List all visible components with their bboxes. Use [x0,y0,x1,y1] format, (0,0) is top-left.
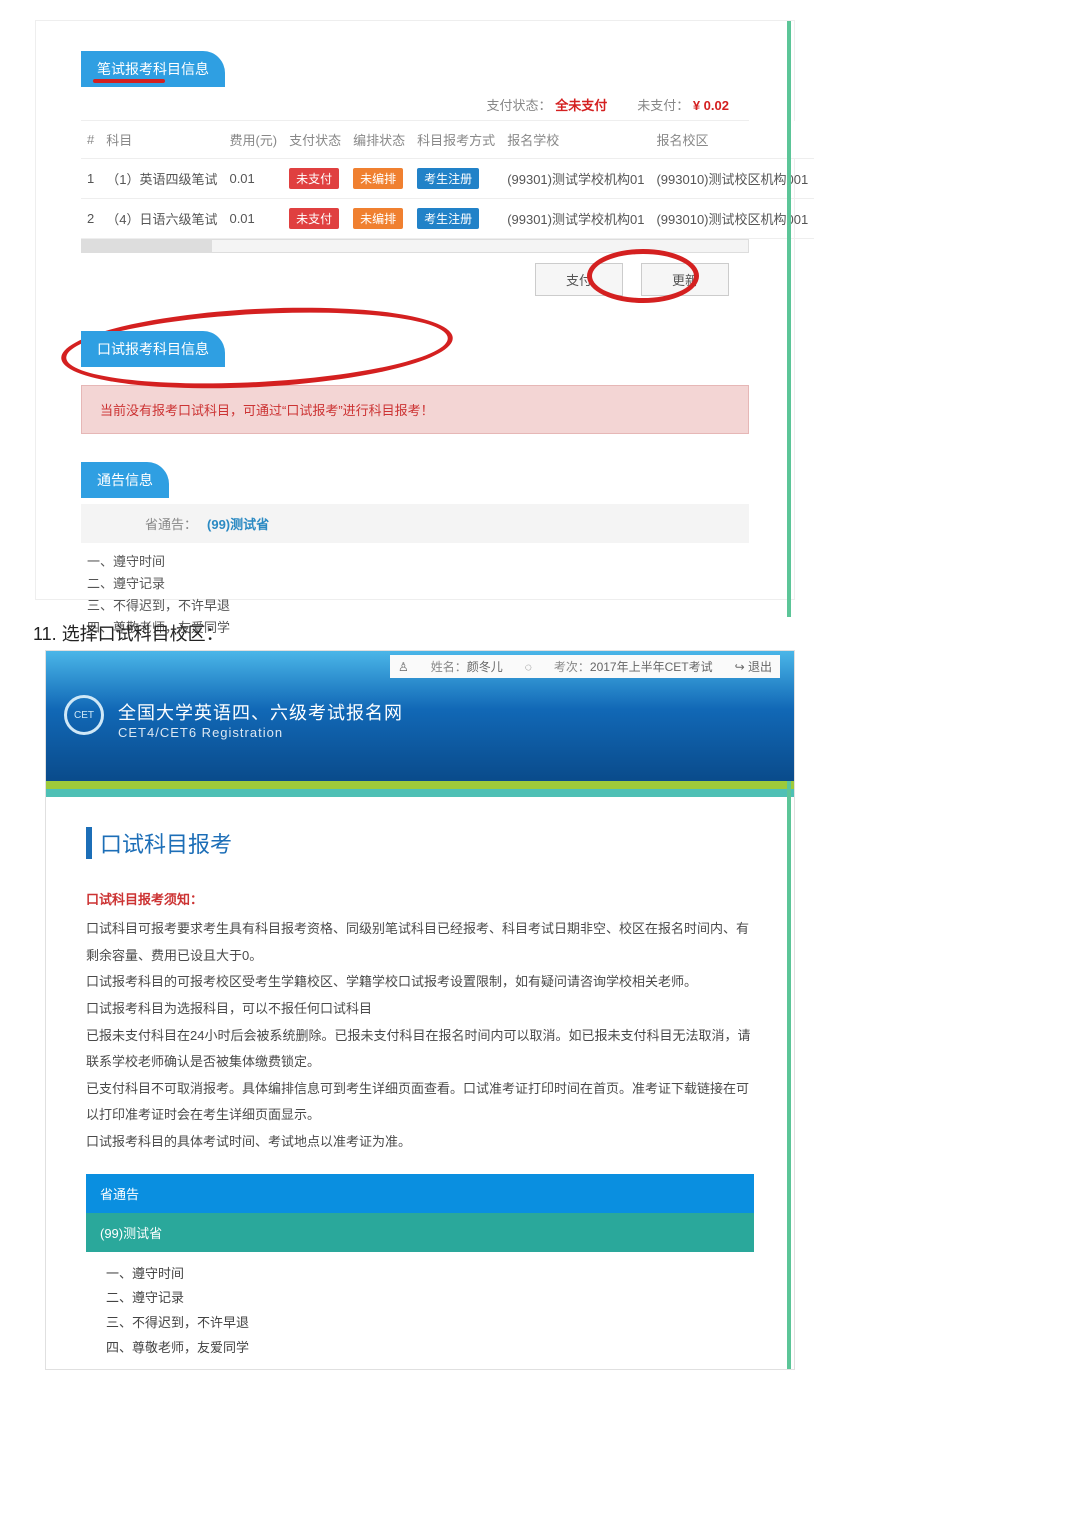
exam-label: 考次： [554,660,590,674]
exam-value: 2017年上半年CET考试 [590,660,713,674]
status-badge: 未编排 [353,208,403,229]
decor-strip [46,789,794,797]
col-fee: 费用(元) [223,121,283,159]
col-pay: 支付状态 [283,121,347,159]
rules-list: 一、遵守时间 二、遵守记录 三、不得迟到，不许早退 四、尊敬老师，友爱同学 [86,1252,754,1361]
rule-item: 三、不得迟到，不许早退 [87,595,749,617]
table-header-row: # 科目 费用(元) 支付状态 编排状态 科目报考方式 报名学校 报名校区 [81,121,814,159]
pay-status-bar: 支付状态： 全未支付 未支付： ¥ 0.02 [81,87,749,121]
scroll-indicator [787,21,791,617]
written-section-tab: 笔试报考科目信息 [81,51,225,87]
provincial-notice-label: 省通告： [145,514,197,533]
status-badge: 未支付 [289,208,339,229]
col-idx: # [81,121,100,159]
instructions-body: 口试科目可报考要求考生具有科目报考资格、同级别笔试科目已经报考、科目考试日期非空… [86,916,754,1156]
col-subject: 科目 [100,121,223,159]
status-badge: 未支付 [289,168,339,189]
status-badge: 考生注册 [417,168,479,189]
rule-item: 二、遵守记录 [87,573,749,595]
status-badge: 考生注册 [417,208,479,229]
logout-link[interactable]: ↪ 退出 [735,658,772,675]
name-label: 姓名： [431,660,467,674]
oral-section-tab: 口试报考科目信息 [81,331,225,367]
name-value: 颜冬儿 [467,660,503,674]
top-status-bar: ♙ 姓名：颜冬儿 ◌ 考次：2017年上半年CET考试 ↪ 退出 [390,655,780,678]
refresh-button[interactable]: 更新 [641,263,729,296]
col-arrange: 编排状态 [347,121,411,159]
provincial-notice-value: (99)测试省 [207,514,269,533]
table-row: 2 （4）日语六级笔试 0.01 未支付 未编排 考生注册 (99301)测试学… [81,199,814,239]
site-logo-icon: CET [64,695,104,735]
col-school: 报名学校 [501,121,650,159]
globe-icon: ◌ [525,660,532,674]
subjects-table: # 科目 费用(元) 支付状态 编排状态 科目报考方式 报名学校 报名校区 1 … [81,121,814,239]
rule-item: 一、遵守时间 [87,551,749,573]
banner-title-en: CET4/CET6 Registration [118,725,794,740]
unpaid-label: 未支付： [637,98,689,113]
upper-screenshot: 笔试报考科目信息 支付状态： 全未支付 未支付： ¥ 0.02 # 科目 费用(… [35,20,795,600]
provincial-notice-header: 省通告 [86,1174,754,1213]
pay-status-value: 全未支付 [555,98,607,113]
instr-line: 口试报考科目的具体考试时间、考试地点以准考证为准。 [86,1129,754,1156]
lower-screenshot: ♙ 姓名：颜冬儿 ◌ 考次：2017年上半年CET考试 ↪ 退出 CET 全国大… [45,650,795,1370]
page-title: 口试科目报考 [86,827,754,859]
rule-item: 四、尊敬老师，友爱同学 [106,1336,754,1361]
instr-line: 已支付科目不可取消报考。具体编排信息可到考生详细页面查看。口试准考证打印时间在首… [86,1076,754,1129]
provincial-notice-row: 省通告： (99)测试省 [81,504,749,543]
instructions-heading: 口试科目报考须知： [86,889,754,908]
unpaid-value: ¥ 0.02 [693,98,729,113]
provincial-notice-subheader: (99)测试省 [86,1213,754,1252]
status-badge: 未编排 [353,168,403,189]
banner-title-cn: 全国大学英语四、六级考试报名网 [118,699,794,725]
instr-line: 已报未支付科目在24小时后会被系统删除。已报未支付科目在报名时间内可以取消。如已… [86,1023,754,1076]
horizontal-scrollbar[interactable] [81,239,749,253]
decor-strip [46,781,794,789]
notice-section-tab: 通告信息 [81,462,169,498]
pay-button[interactable]: 支付 [535,263,623,296]
rule-item: 二、遵守记录 [106,1286,754,1311]
scrollbar-thumb[interactable] [82,240,212,252]
oral-empty-alert: 当前没有报考口试科目，可通过“口试报考”进行科目报考！ [81,385,749,434]
rule-item: 一、遵守时间 [106,1262,754,1287]
pay-status-label: 支付状态： [487,98,552,113]
col-regway: 科目报考方式 [411,121,501,159]
user-icon: ♙ [398,660,409,674]
step-caption: 11. 选择口试科目校区： [33,620,224,646]
table-row: 1 （1）英语四级笔试 0.01 未支付 未编排 考生注册 (99301)测试学… [81,159,814,199]
instr-line: 口试报考科目为选报科目，可以不报任何口试科目 [86,996,754,1023]
instr-line: 口试报考科目的可报考校区受考生学籍校区、学籍学校口试报考设置限制，如有疑问请咨询… [86,969,754,996]
rule-item: 三、不得迟到，不许早退 [106,1311,754,1336]
instr-line: 口试科目可报考要求考生具有科目报考资格、同级别笔试科目已经报考、科目考试日期非空… [86,916,754,969]
